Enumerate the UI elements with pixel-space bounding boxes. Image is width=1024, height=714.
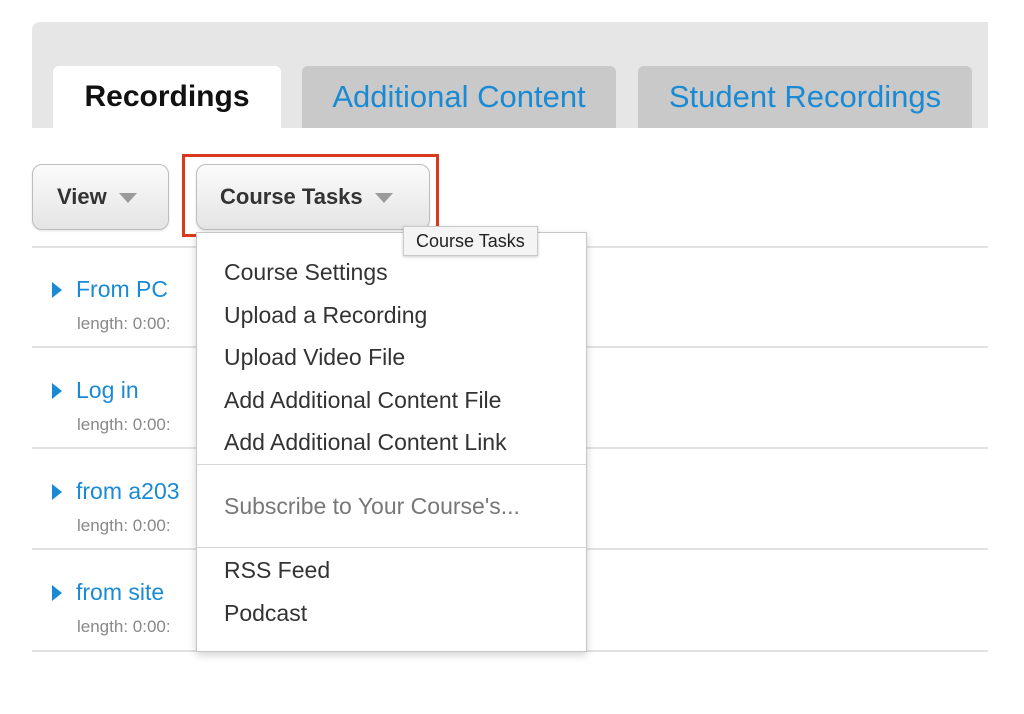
menu-item-add-content-file[interactable]: Add Additional Content File: [224, 387, 501, 414]
tab-recordings[interactable]: Recordings: [53, 66, 281, 128]
menu-item-add-content-link[interactable]: Add Additional Content Link: [224, 429, 507, 456]
chevron-down-icon: [118, 193, 137, 203]
recording-title[interactable]: Log in: [52, 377, 139, 404]
recording-title[interactable]: from site: [52, 579, 164, 606]
view-button-label: View: [57, 184, 107, 209]
tab-additional-content[interactable]: Additional Content: [302, 66, 616, 128]
recording-length: length: 0:00:: [77, 415, 171, 434]
menu-item-upload-recording[interactable]: Upload a Recording: [224, 302, 427, 329]
recording-title-text[interactable]: Log in: [76, 377, 139, 404]
recording-title[interactable]: from a203: [52, 478, 180, 505]
recording-title-text[interactable]: from a203: [76, 478, 180, 505]
tab-label: Additional Content: [332, 79, 586, 114]
view-button[interactable]: View: [32, 164, 169, 230]
menu-item-rss-feed[interactable]: RSS Feed: [224, 557, 330, 584]
recording-length: length: 0:00:: [77, 314, 171, 333]
menu-item-podcast[interactable]: Podcast: [224, 600, 307, 627]
tab-label: Recordings: [84, 80, 250, 113]
course-tasks-menu: Course Settings Upload a Recording Uploa…: [196, 232, 587, 652]
triangle-right-icon[interactable]: [52, 281, 62, 298]
triangle-right-icon[interactable]: [52, 584, 62, 601]
recording-title-text[interactable]: From PC: [76, 276, 168, 303]
menu-item-course-settings[interactable]: Course Settings: [224, 259, 388, 286]
highlight-annotation: [182, 154, 439, 237]
triangle-right-icon[interactable]: [52, 382, 62, 399]
recording-length: length: 0:00:: [77, 516, 171, 535]
menu-item-upload-video-file[interactable]: Upload Video File: [224, 344, 405, 371]
menu-separator: [197, 464, 586, 465]
recording-title[interactable]: From PC: [52, 276, 168, 303]
menu-separator: [197, 547, 586, 548]
tab-student-recordings[interactable]: Student Recordings: [638, 66, 972, 128]
recording-length: length: 0:00:: [77, 617, 171, 636]
menu-subscribe-header: Subscribe to Your Course's...: [224, 493, 520, 519]
tab-label: Student Recordings: [668, 79, 942, 114]
triangle-right-icon[interactable]: [52, 483, 62, 500]
recording-title-text[interactable]: from site: [76, 579, 164, 606]
course-tasks-tooltip: Course Tasks: [403, 226, 538, 256]
course-page: Recordings Additional Content Student Re…: [0, 0, 1024, 714]
